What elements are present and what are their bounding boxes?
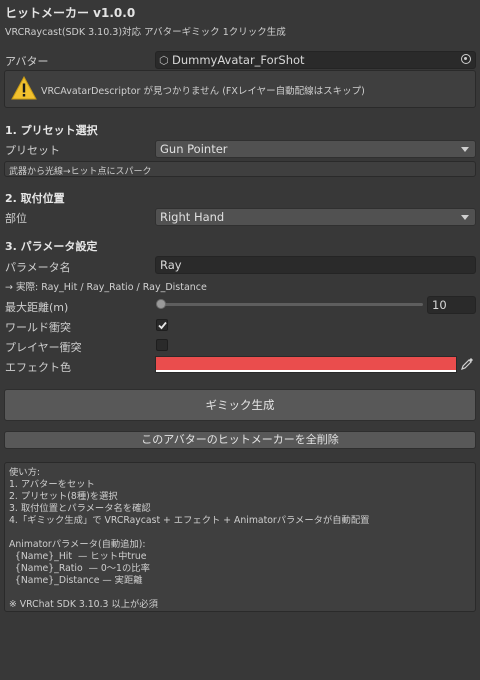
section-mount-title: 2. 取付位置 — [5, 192, 65, 205]
warning-helpbox: VRCAvatarDescriptor が見つかりません (FXレイヤー自動配線… — [4, 70, 476, 108]
usage-line: {Name}_Hit — ヒット中true — [9, 551, 147, 562]
world-collision-checkbox[interactable] — [156, 319, 168, 331]
mount-value: Right Hand — [160, 210, 225, 224]
usage-line: 使い方: — [9, 467, 41, 478]
usage-line: {Name}_Ratio — 0〜1の比率 — [9, 563, 150, 574]
window-subtitle: VRCRaycast(SDK 3.10.3)対応 アバターギミック 1クリック生… — [5, 27, 286, 38]
usage-line: 2. プリセット(8種)を選択 — [9, 491, 118, 502]
avatar-value: DummyAvatar_ForShot — [172, 53, 305, 67]
world-collision-label: ワールド衝突 — [5, 321, 71, 334]
preset-description: 武器から光線→ヒット点にスパーク — [9, 167, 152, 177]
effect-color-swatch[interactable] — [155, 356, 457, 373]
max-distance-slider-thumb[interactable] — [156, 299, 166, 309]
chevron-down-icon — [461, 215, 469, 220]
param-name-label: パラメータ名 — [5, 261, 71, 274]
usage-line: 4.「ギミック生成」で VRCRaycast + エフェクト + Animato… — [9, 515, 370, 526]
preset-label: プリセット — [5, 144, 60, 157]
object-picker-icon[interactable] — [461, 54, 471, 64]
preset-value: Gun Pointer — [160, 142, 228, 156]
param-name-input[interactable]: Ray — [155, 256, 476, 274]
usage-line: 1. アバターをセット — [9, 479, 95, 490]
section-preset-title: 1. プリセット選択 — [5, 124, 98, 137]
usage-lines: 使い方: 1. アバターをセット 2. プリセット(8種)を選択 3. 取付位置… — [9, 467, 369, 611]
max-distance-slider-track[interactable] — [159, 303, 423, 306]
usage-line: ​ — [9, 587, 369, 599]
usage-helpbox: 使い方: 1. アバターをセット 2. プリセット(8種)を選択 3. 取付位置… — [4, 462, 476, 612]
usage-line: {Name}_Distance — 実距離 — [9, 575, 143, 586]
param-name-value: Ray — [160, 258, 182, 272]
param-actual-note: → 実際: Ray_Hit / Ray_Ratio / Ray_Distance — [5, 282, 207, 293]
warning-text: VRCAvatarDescriptor が見つかりません (FXレイヤー自動配線… — [41, 86, 365, 97]
usage-line: Animatorパラメータ(自動追加): — [9, 539, 146, 550]
delete-all-button[interactable]: このアバターのヒットメーカーを全削除 — [4, 431, 476, 449]
avatar-object-field[interactable]: ⬡ DummyAvatar_ForShot — [155, 51, 476, 69]
usage-line: 3. 取付位置とパラメータ名を確認 — [9, 503, 151, 514]
avatar-label: アバター — [5, 55, 49, 68]
max-distance-value: 10 — [432, 298, 447, 312]
window-title: ヒットメーカー v1.0.0 — [5, 6, 136, 20]
checkmark-icon — [158, 321, 167, 330]
eyedropper-icon[interactable] — [460, 357, 474, 371]
player-collision-label: プレイヤー衝突 — [5, 341, 82, 354]
generate-button[interactable]: ギミック生成 — [4, 389, 476, 421]
preset-dropdown[interactable]: Gun Pointer — [155, 140, 476, 158]
player-collision-checkbox[interactable] — [156, 339, 168, 351]
effect-color-label: エフェクト色 — [5, 361, 71, 374]
usage-line: ​ — [9, 527, 369, 539]
max-distance-label: 最大距離(m) — [5, 301, 69, 314]
chevron-down-icon — [461, 147, 469, 152]
section-params-title: 3. パラメータ設定 — [5, 240, 98, 253]
mount-dropdown[interactable]: Right Hand — [155, 208, 476, 226]
mount-label: 部位 — [5, 212, 27, 225]
max-distance-input[interactable]: 10 — [427, 296, 476, 314]
cube-icon: ⬡ — [159, 54, 169, 67]
warning-icon — [11, 76, 37, 100]
preset-description-box: 武器から光線→ヒット点にスパーク — [4, 161, 476, 177]
usage-line: ※ VRChat SDK 3.10.3 以上が必須 — [9, 599, 158, 610]
